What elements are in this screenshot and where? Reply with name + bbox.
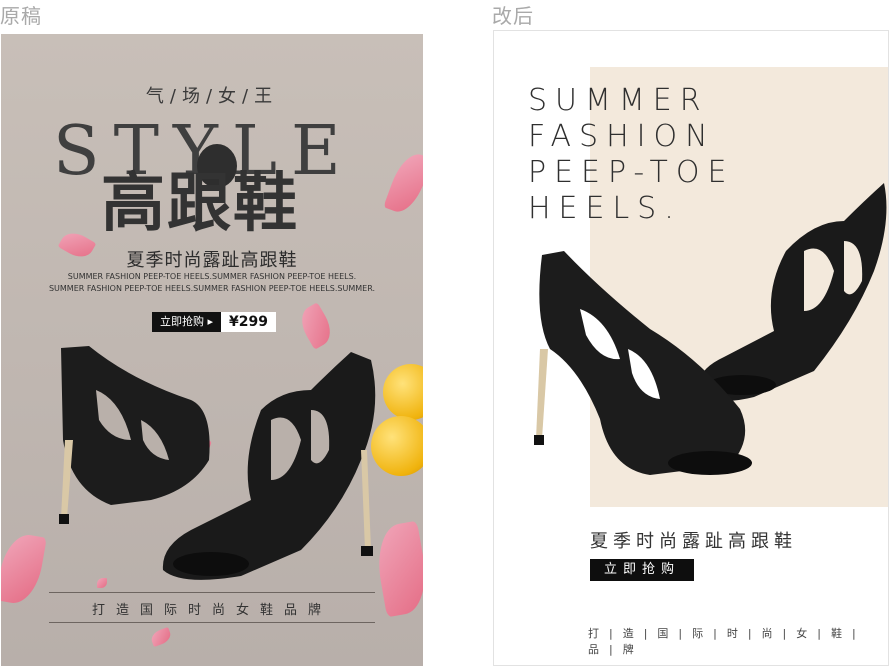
- divider: [49, 592, 375, 593]
- english-title-line: FASHION: [528, 119, 716, 154]
- petal: [294, 302, 338, 350]
- poster-original: 气/场/女/王 STYLE 高跟鞋 夏季时尚露趾高跟鞋 SUMMER FASHI…: [1, 34, 423, 666]
- petal: [383, 148, 423, 218]
- poster-footer: 打|造|国|际|时|尚|女|鞋|品|牌: [588, 627, 866, 656]
- shoe-image: [162, 352, 376, 580]
- price-tag: ¥299: [221, 312, 276, 332]
- poster-subtitle: 夏季时尚露趾高跟鞋: [590, 531, 797, 552]
- english-title-line: SUMMER: [528, 83, 709, 118]
- english-line: SUMMER FASHION PEEP-TOE HEELS.SUMMER FAS…: [67, 272, 357, 281]
- buy-now-button[interactable]: 立即抢购 ▸: [152, 312, 222, 332]
- buy-row: 立即抢购 ▸ ¥299: [152, 312, 276, 332]
- english-line: SUMMER FASHION PEEP-TOE HEELS.SUMMER FAS…: [48, 284, 376, 293]
- tagline: 气/场/女/王: [145, 86, 279, 107]
- petal: [1, 531, 47, 607]
- poster-title: 高跟鞋: [101, 167, 299, 241]
- caption-revised: 改后: [492, 4, 534, 28]
- buy-now-button[interactable]: 立即抢购: [590, 559, 695, 581]
- caption-original: 原稿: [0, 4, 42, 28]
- poster-revised: SUMMER FASHION PEEP-TOE HEELS. 夏季时尚露趾高跟鞋…: [493, 30, 889, 666]
- poster-subtitle: 夏季时尚露趾高跟鞋: [126, 250, 298, 271]
- divider: [49, 622, 375, 623]
- english-title-line: HEELS.: [528, 191, 682, 226]
- petal: [149, 627, 173, 647]
- shoe-image: [534, 251, 752, 475]
- petal: [97, 578, 107, 588]
- poster-footer: 打造国际时尚女鞋品牌: [91, 603, 332, 618]
